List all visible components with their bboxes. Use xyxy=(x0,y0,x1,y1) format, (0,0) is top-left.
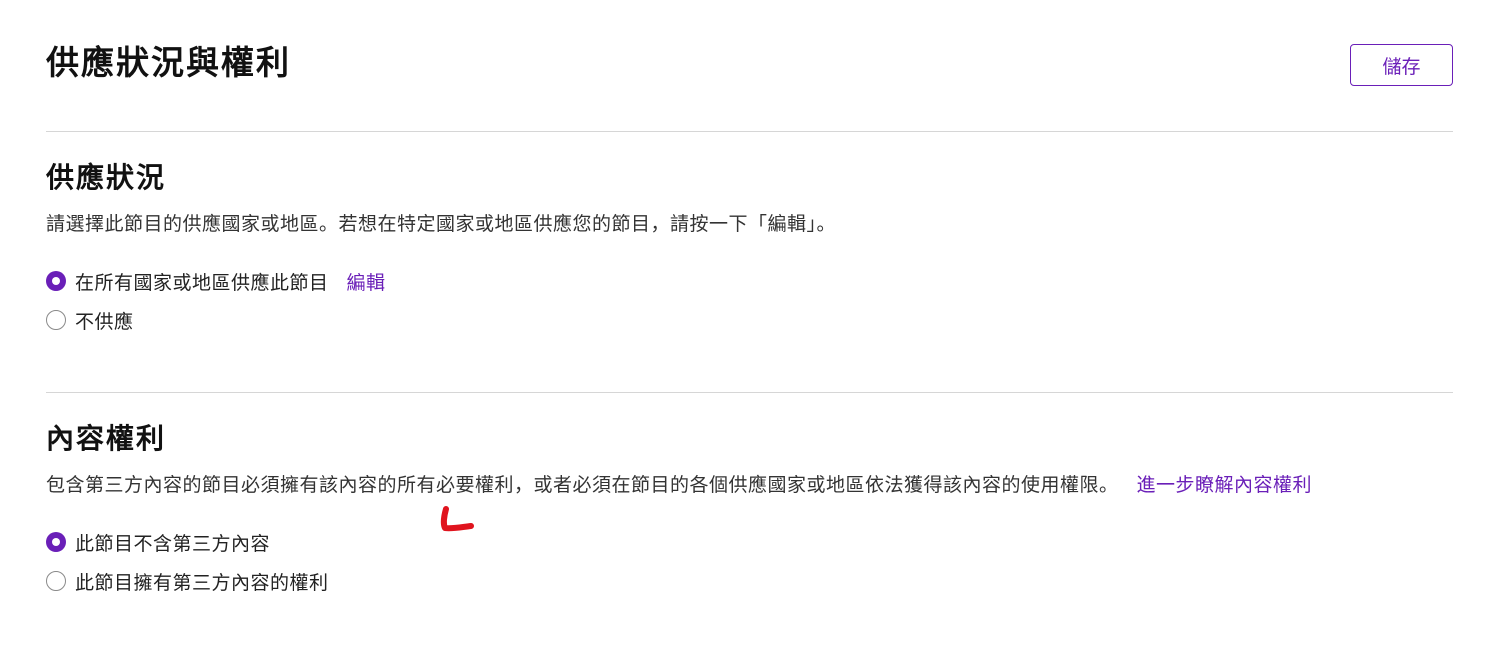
radio-label: 此節目擁有第三方內容的權利 xyxy=(75,571,329,594)
save-button[interactable]: 儲存 xyxy=(1350,44,1453,86)
content-rights-description-text: 包含第三方內容的節目必須擁有該內容的所有必要權利，或者必須在節目的各個供應國家或… xyxy=(46,474,1119,496)
radio-label: 不供應 xyxy=(75,310,134,333)
radio-button-selected[interactable] xyxy=(46,271,66,291)
section-divider xyxy=(46,392,1453,393)
radio-available-all-regions[interactable]: 在所有國家或地區供應此節目 編輯 xyxy=(46,268,386,294)
edit-regions-link[interactable]: 編輯 xyxy=(347,268,386,295)
section-divider xyxy=(46,131,1453,132)
radio-button-selected[interactable] xyxy=(46,532,66,552)
radio-label: 此節目不含第三方內容 xyxy=(75,532,271,555)
radio-label: 在所有國家或地區供應此節目 xyxy=(75,271,329,294)
radio-button-unselected[interactable] xyxy=(46,571,66,591)
content-rights-description: 包含第三方內容的節目必須擁有該內容的所有必要權利，或者必須在節目的各個供應國家或… xyxy=(46,470,1312,497)
learn-more-content-rights-link[interactable]: 進一步瞭解內容權利 xyxy=(1137,474,1313,496)
radio-not-available[interactable]: 不供應 xyxy=(46,307,134,333)
content-rights-heading: 內容權利 xyxy=(46,422,167,455)
radio-has-third-party-rights[interactable]: 此節目擁有第三方內容的權利 xyxy=(46,568,329,594)
availability-heading: 供應狀況 xyxy=(46,161,167,194)
page-title: 供應狀況與權利 xyxy=(46,43,291,82)
red-annotation-mark xyxy=(440,506,474,532)
radio-no-third-party-content[interactable]: 此節目不含第三方內容 xyxy=(46,529,270,555)
radio-button-unselected[interactable] xyxy=(46,310,66,330)
availability-description: 請選擇此節目的供應國家或地區。若想在特定國家或地區供應您的節目，請按一下「編輯」… xyxy=(46,213,837,235)
